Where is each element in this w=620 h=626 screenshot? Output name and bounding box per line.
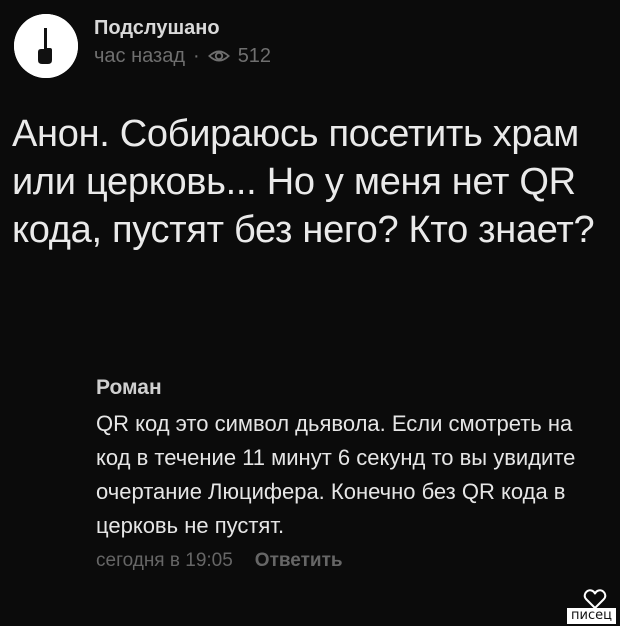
heart-icon[interactable] <box>583 588 607 610</box>
comment-time: сегодня в 19:05 <box>96 550 233 571</box>
post-header: Подслушано час назад · 512 <box>14 14 606 78</box>
comment-author[interactable]: Роман <box>96 375 596 401</box>
author-avatar[interactable] <box>14 14 78 78</box>
avatar-image <box>14 14 78 78</box>
post-meta: час назад · 512 <box>94 44 271 68</box>
comment-footer: сегодня в 19:05 Ответить <box>96 549 596 573</box>
reply-button[interactable]: Ответить <box>255 549 343 573</box>
comment: Роман QR код это символ дьявола. Если см… <box>96 375 596 573</box>
post-author[interactable]: Подслушано <box>94 16 220 40</box>
meta-separator: · <box>193 45 200 67</box>
post-text: Анон. Собираюсь посетить храм или церков… <box>12 113 595 251</box>
view-count: 512 <box>237 45 272 67</box>
comment-text: QR код это символ дьявола. Если смотреть… <box>96 411 576 538</box>
watermark: писец <box>567 608 616 624</box>
eye-icon <box>207 45 230 67</box>
post-time: час назад <box>94 45 186 67</box>
